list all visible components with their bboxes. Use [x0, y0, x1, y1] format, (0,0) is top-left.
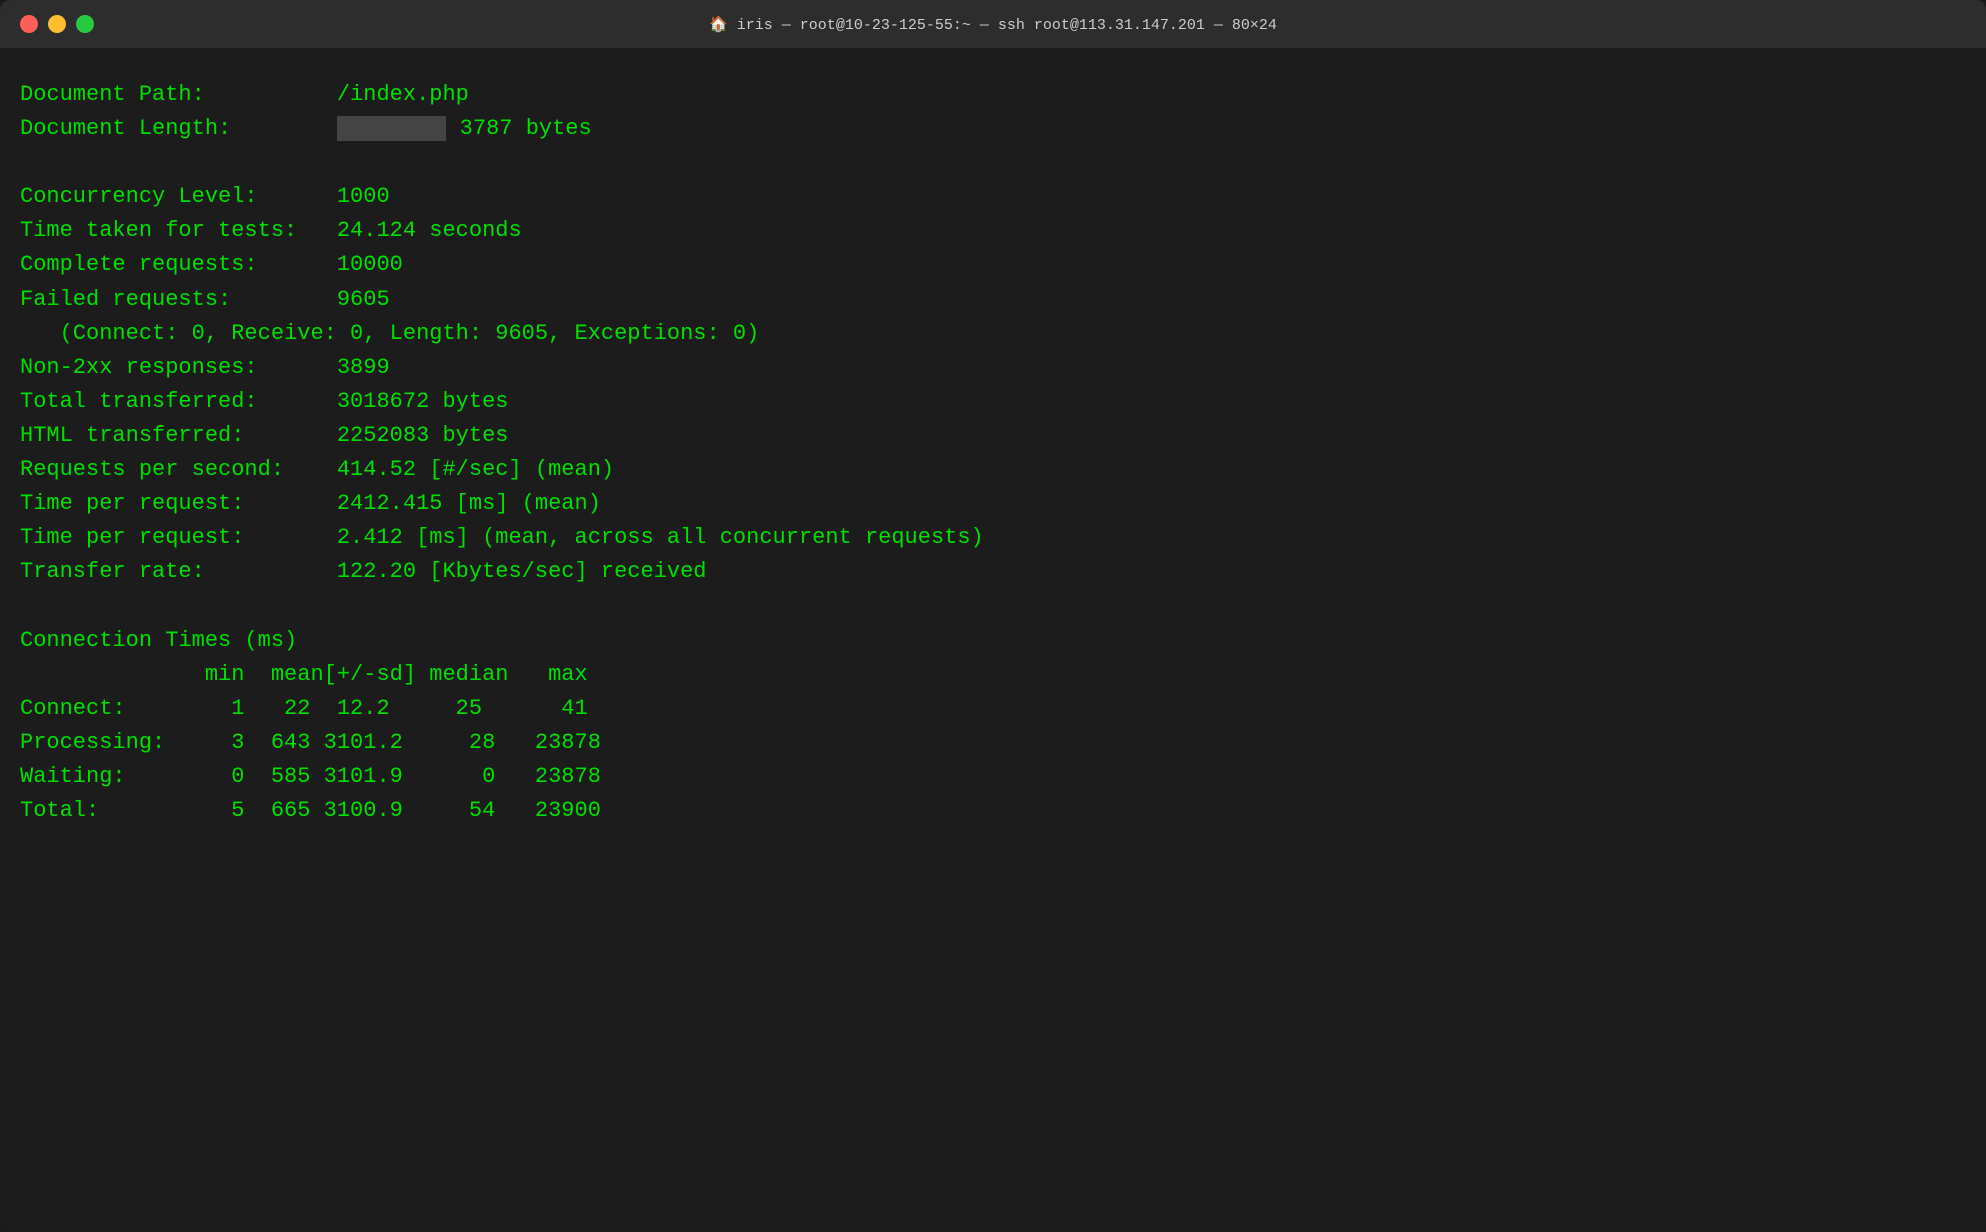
minimize-button[interactable] — [48, 15, 66, 33]
blank-line-2 — [20, 589, 1966, 623]
terminal-window: 🏠 iris — root@10-23-125-55:~ — ssh root@… — [0, 0, 1986, 1232]
time-per-request-2-line: Time per request: 2.412 [ms] (mean, acro… — [20, 521, 1966, 555]
ct-connect-line: Connect: 1 22 12.2 25 41 — [20, 692, 1966, 726]
terminal-content: Document Path: /index.php Document Lengt… — [0, 48, 1986, 1232]
titlebar: 🏠 iris — root@10-23-125-55:~ — ssh root@… — [0, 0, 1986, 48]
blank-line-1 — [20, 146, 1966, 180]
complete-requests-line: Complete requests: 10000 — [20, 248, 1966, 282]
ct-column-headers: min mean[+/-sd] median max — [20, 658, 1966, 692]
non-2xx-line: Non-2xx responses: 3899 — [20, 351, 1966, 385]
doc-length-line: Document Length: REDACTED 3787 bytes — [20, 112, 1966, 146]
home-icon: 🏠 — [709, 17, 737, 34]
redacted-block: REDACTED — [337, 116, 447, 141]
html-transferred-line: HTML transferred: 2252083 bytes — [20, 419, 1966, 453]
window-title: 🏠 iris — root@10-23-125-55:~ — ssh root@… — [709, 15, 1277, 34]
close-button[interactable] — [20, 15, 38, 33]
connection-times-header: Connection Times (ms) — [20, 624, 1966, 658]
doc-path-line: Document Path: /index.php — [20, 78, 1966, 112]
time-per-request-1-line: Time per request: 2412.415 [ms] (mean) — [20, 487, 1966, 521]
traffic-lights — [20, 15, 94, 33]
maximize-button[interactable] — [76, 15, 94, 33]
connect-breakdown-line: (Connect: 0, Receive: 0, Length: 9605, E… — [20, 317, 1966, 351]
ct-total-line: Total: 5 665 3100.9 54 23900 — [20, 794, 1966, 828]
transfer-rate-line: Transfer rate: 122.20 [Kbytes/sec] recei… — [20, 555, 1966, 589]
ct-waiting-line: Waiting: 0 585 3101.9 0 23878 — [20, 760, 1966, 794]
time-taken-line: Time taken for tests: 24.124 seconds — [20, 214, 1966, 248]
failed-requests-line: Failed requests: 9605 — [20, 283, 1966, 317]
ct-processing-line: Processing: 3 643 3101.2 28 23878 — [20, 726, 1966, 760]
requests-per-second-line: Requests per second: 414.52 [#/sec] (mea… — [20, 453, 1966, 487]
concurrency-line: Concurrency Level: 1000 — [20, 180, 1966, 214]
total-transferred-line: Total transferred: 3018672 bytes — [20, 385, 1966, 419]
